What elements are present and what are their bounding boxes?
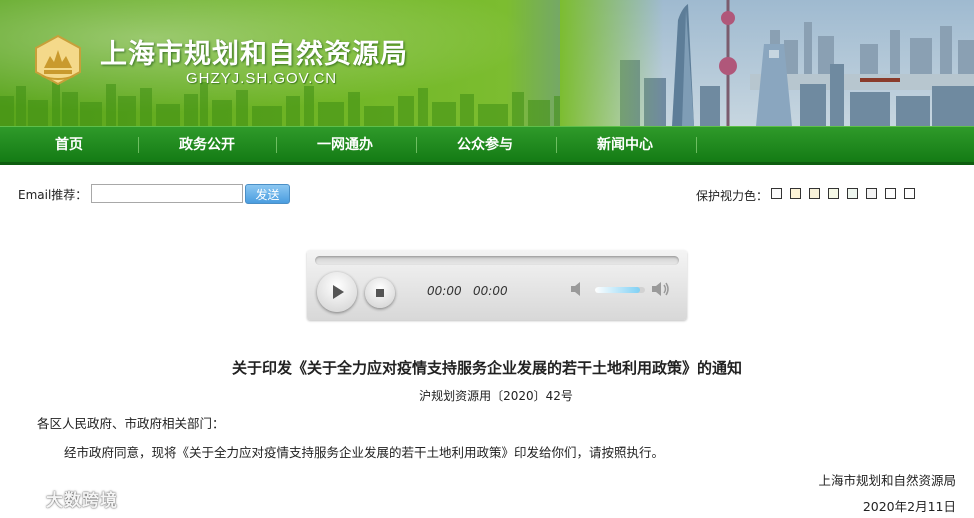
eye-care-swatch[interactable] xyxy=(828,188,839,199)
eye-care-swatch[interactable] xyxy=(790,188,801,199)
site-domain: GHZYJ.SH.GOV.CN xyxy=(186,70,338,87)
watermark: 大数跨境 xyxy=(8,486,118,511)
salutation: 各区人民政府、市政府相关部门： xyxy=(37,416,225,431)
eye-care-swatch[interactable] xyxy=(885,188,896,199)
stop-icon[interactable] xyxy=(365,278,395,308)
email-input[interactable] xyxy=(91,184,243,203)
eye-care-color-label: 保护视力色： xyxy=(696,189,769,203)
eye-care-swatch[interactable] xyxy=(866,188,877,199)
nav-item-home[interactable]: 首页 xyxy=(0,127,138,163)
nav-divider xyxy=(696,137,697,153)
city-emblem-icon xyxy=(35,34,81,86)
signing-date: 2020年2月11日 xyxy=(862,499,956,514)
eye-care-swatch[interactable] xyxy=(809,188,820,199)
current-time: 00:00 xyxy=(427,284,462,298)
main-nav: 首页 政务公开 一网通办 公众参与 新闻中心 xyxy=(0,126,974,163)
send-button[interactable]: 发送 xyxy=(245,184,290,204)
watermark-logo-icon xyxy=(9,494,41,508)
eye-care-swatches xyxy=(771,188,923,207)
total-time: 00:00 xyxy=(473,284,508,298)
nav-bottom-border xyxy=(0,162,974,165)
notice-title: 关于印发《关于全力应对疫情支持服务企业发展的若干土地利用政策》的通知 xyxy=(231,359,742,377)
city-skyline-photo xyxy=(560,0,974,126)
volume-slider[interactable] xyxy=(595,287,645,293)
notice-body: 经市政府同意，现将《关于全力应对疫情支持服务企业发展的若干土地利用政策》印发给你… xyxy=(64,445,665,460)
volume-max-icon[interactable] xyxy=(651,281,671,297)
site-title: 上海市规划和自然资源局 xyxy=(100,39,408,70)
eye-care-swatch[interactable] xyxy=(904,188,915,199)
nav-item-one-stop-service[interactable]: 一网通办 xyxy=(276,127,414,163)
signing-organization: 上海市规划和自然资源局 xyxy=(818,473,956,488)
eye-care-swatch[interactable] xyxy=(847,188,858,199)
audio-progress-bar[interactable] xyxy=(315,256,679,265)
document-number: 沪规划资源用〔2020〕42号 xyxy=(419,389,573,403)
volume-level xyxy=(595,287,640,293)
header-banner: 上海市规划和自然资源局 GHZYJ.SH.GOV.CN xyxy=(0,0,974,126)
nav-item-public-participation[interactable]: 公众参与 xyxy=(416,127,554,163)
email-recommend-label: Email推荐： xyxy=(18,188,88,202)
audio-player: 00:00 00:00 xyxy=(307,250,687,320)
play-icon[interactable] xyxy=(317,272,357,312)
volume-mute-icon[interactable] xyxy=(570,281,588,297)
eye-care-swatch[interactable] xyxy=(771,188,782,199)
nav-item-government-affairs[interactable]: 政务公开 xyxy=(138,127,276,163)
watermark-text: 大数跨境 xyxy=(46,491,118,511)
nav-item-news-center[interactable]: 新闻中心 xyxy=(556,127,694,163)
